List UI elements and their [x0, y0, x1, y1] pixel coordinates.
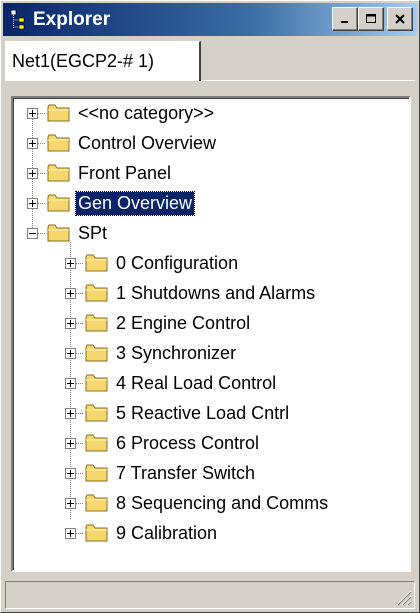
expand-icon[interactable]	[65, 347, 76, 359]
maximize-icon	[366, 14, 376, 23]
tree-node-label: Gen Overview	[74, 190, 196, 216]
minimize-icon	[341, 21, 348, 23]
tree-node-label: 7 Transfer Switch	[116, 462, 256, 483]
expand-icon[interactable]	[65, 467, 76, 479]
folder-icon	[85, 464, 108, 482]
expand-icon[interactable]	[65, 407, 76, 419]
tab-label: Net1(EGCP2-# 1)	[12, 51, 155, 71]
tree-node-8-sequencing-and-comms[interactable]: 8 Sequencing and Comms	[65, 488, 330, 518]
tree-node-gen-overview[interactable]: Gen Overview	[27, 188, 196, 218]
tree-node-label: 0 Configuration	[116, 252, 239, 273]
tree-node-label: 9 Calibration	[116, 522, 218, 543]
tree-branch-line	[38, 202, 45, 204]
tree-node-label: Front Panel	[78, 162, 172, 183]
tree-branch-line	[76, 472, 83, 474]
tree-branch-line	[38, 112, 45, 114]
tree-branch-line	[38, 232, 45, 234]
folder-icon	[85, 494, 108, 512]
explorer-window: Explorer Net1(EGCP2-# 1) <<no category>>…	[0, 0, 420, 613]
tree-node-9-calibration[interactable]: 9 Calibration	[65, 518, 219, 548]
close-button[interactable]	[387, 7, 413, 31]
maximize-button[interactable]	[358, 7, 384, 31]
tree-node-5-reactive-load-cntrl[interactable]: 5 Reactive Load Cntrl	[65, 398, 291, 428]
expand-icon[interactable]	[27, 107, 38, 119]
window-controls	[332, 7, 413, 31]
tree-node-label: SPt	[78, 222, 108, 243]
tree-node-0-configuration[interactable]: 0 Configuration	[65, 248, 240, 278]
tree-node-label: 5 Reactive Load Cntrl	[116, 402, 290, 423]
collapse-icon[interactable]	[27, 227, 38, 239]
expand-icon[interactable]	[65, 497, 76, 509]
tree-branch-line	[76, 412, 83, 414]
expand-icon[interactable]	[65, 317, 76, 329]
window-title: Explorer	[33, 8, 111, 30]
expand-icon[interactable]	[27, 137, 38, 149]
tree-node-6-process-control[interactable]: 6 Process Control	[65, 428, 261, 458]
tree-node-control-overview[interactable]: Control Overview	[27, 128, 218, 158]
tree-view[interactable]: <<no category>> Control Overview Front P…	[11, 96, 411, 572]
tree-content: <<no category>> Control Overview Front P…	[13, 98, 409, 570]
folder-icon	[85, 344, 108, 362]
tree-node-label: Control Overview	[78, 132, 217, 153]
tree-node-7-transfer-switch[interactable]: 7 Transfer Switch	[65, 458, 257, 488]
tree-branch-line	[76, 382, 83, 384]
expand-icon[interactable]	[27, 167, 38, 179]
minimize-button[interactable]	[332, 7, 358, 31]
folder-icon	[85, 374, 108, 392]
tab-divider	[201, 80, 415, 81]
tree-branch-line	[76, 262, 83, 264]
tree-branch-line	[38, 142, 45, 144]
folder-icon	[85, 314, 108, 332]
explorer-tree-icon	[7, 7, 29, 33]
tree-node-label: 3 Synchronizer	[116, 342, 237, 363]
tree-node-label: <<no category>>	[78, 102, 215, 123]
expand-icon[interactable]	[65, 377, 76, 389]
resize-grip-icon[interactable]	[394, 588, 412, 606]
folder-icon	[47, 224, 70, 242]
tree-node-2-engine-control[interactable]: 2 Engine Control	[65, 308, 252, 338]
folder-icon	[47, 134, 70, 152]
folder-icon	[85, 254, 108, 272]
close-icon	[395, 14, 405, 24]
tab-net1[interactable]: Net1(EGCP2-# 1)	[5, 41, 201, 81]
tree-node-label: 8 Sequencing and Comms	[116, 492, 329, 513]
folder-icon	[85, 404, 108, 422]
tree-node-label: 6 Process Control	[116, 432, 260, 453]
folder-icon	[85, 524, 108, 542]
tree-node-no-category[interactable]: <<no category>>	[27, 98, 216, 128]
tree-node-3-synchronizer[interactable]: 3 Synchronizer	[65, 338, 238, 368]
folder-icon	[85, 434, 108, 452]
tree-branch-line	[76, 442, 83, 444]
folder-icon	[47, 104, 70, 122]
expand-icon[interactable]	[65, 437, 76, 449]
expand-icon[interactable]	[65, 257, 76, 269]
tree-node-spt[interactable]: SPt	[27, 218, 109, 248]
folder-icon	[47, 194, 70, 212]
title-bar[interactable]: Explorer	[3, 3, 417, 36]
tree-branch-line	[76, 322, 83, 324]
tree-branch-line	[76, 502, 83, 504]
tree-node-label: 1 Shutdowns and Alarms	[116, 282, 316, 303]
expand-icon[interactable]	[65, 287, 76, 299]
expand-icon[interactable]	[27, 197, 38, 209]
tree-node-1-shutdowns-and-alarms[interactable]: 1 Shutdowns and Alarms	[65, 278, 317, 308]
tree-node-label: 4 Real Load Control	[116, 372, 277, 393]
tree-branch-line	[76, 532, 83, 534]
status-bar	[5, 581, 415, 609]
folder-icon	[85, 284, 108, 302]
expand-icon[interactable]	[65, 527, 76, 539]
tree-branch-line	[76, 292, 83, 294]
folder-icon	[47, 164, 70, 182]
tree-branch-line	[38, 172, 45, 174]
tree-node-4-real-load-control[interactable]: 4 Real Load Control	[65, 368, 278, 398]
tree-node-front-panel[interactable]: Front Panel	[27, 158, 173, 188]
tree-node-label: 2 Engine Control	[116, 312, 251, 333]
tree-branch-line	[76, 352, 83, 354]
